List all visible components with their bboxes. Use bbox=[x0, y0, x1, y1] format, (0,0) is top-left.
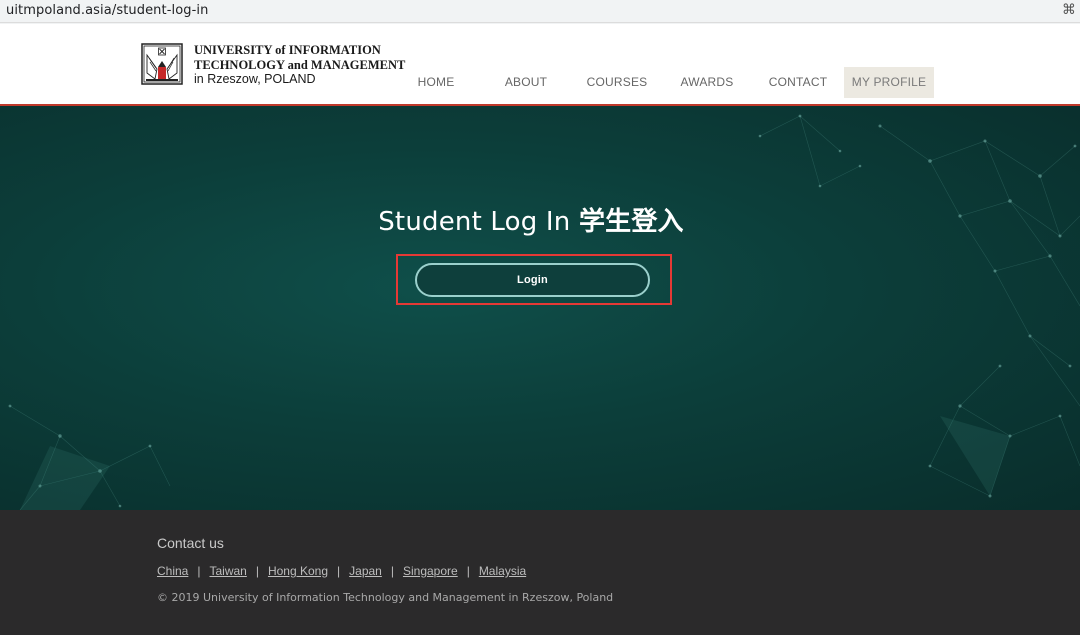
link-separator: | bbox=[466, 564, 470, 578]
nav-courses[interactable]: COURSES bbox=[584, 67, 650, 98]
browser-address-bar[interactable]: uitmpoland.asia/student-log-in ⌘ bbox=[0, 0, 1080, 23]
network-background-graphic bbox=[8, 114, 1080, 510]
hero-section: Student Log In 学生登入 Login bbox=[0, 106, 1080, 510]
logo-line-1: UNIVERSITY of INFORMATION bbox=[194, 43, 381, 57]
nav-contact[interactable]: CONTACT bbox=[764, 67, 832, 98]
copyright-text: © 2019 University of Information Technol… bbox=[157, 591, 614, 604]
site-footer: Contact us China | Taiwan | Hong Kong | Japan |… bbox=[0, 510, 1080, 635]
nav-home[interactable]: HOME bbox=[410, 67, 462, 98]
nav-my-profile[interactable]: MY PROFILE bbox=[844, 67, 934, 98]
contact-title: Contact us bbox=[157, 535, 224, 551]
nav-about[interactable]: ABOUT bbox=[498, 67, 554, 98]
page-title-chinese: 学生登入 bbox=[578, 207, 684, 237]
link-japan[interactable]: Japan bbox=[349, 564, 382, 578]
link-separator: | bbox=[197, 564, 201, 578]
site-header: UNIVERSITY of INFORMATION TECHNOLOGY and… bbox=[0, 24, 1080, 106]
nav-awards[interactable]: AWARDS bbox=[676, 67, 738, 98]
link-hong-kong[interactable]: Hong Kong bbox=[268, 564, 328, 578]
page-title: Student Log In 学生登入 bbox=[0, 201, 1062, 238]
page-title-text: Student Log In bbox=[378, 207, 579, 237]
link-malaysia[interactable]: Malaysia bbox=[479, 564, 526, 578]
main-nav: HOME ABOUT COURSES AWARDS CONTACT MY PRO… bbox=[0, 67, 1080, 98]
link-separator: | bbox=[255, 564, 259, 578]
link-separator: | bbox=[337, 564, 341, 578]
link-separator: | bbox=[390, 564, 394, 578]
link-taiwan[interactable]: Taiwan bbox=[209, 564, 246, 578]
url-text[interactable]: uitmpoland.asia/student-log-in bbox=[6, 3, 208, 18]
login-button[interactable]: Login bbox=[415, 263, 650, 297]
link-singapore[interactable]: Singapore bbox=[403, 564, 458, 578]
link-china[interactable]: China bbox=[157, 564, 188, 578]
country-links: China | Taiwan | Hong Kong | Japan | Singapore | M… bbox=[157, 564, 526, 578]
bookmark-icon[interactable]: ⌘ bbox=[1062, 1, 1076, 18]
